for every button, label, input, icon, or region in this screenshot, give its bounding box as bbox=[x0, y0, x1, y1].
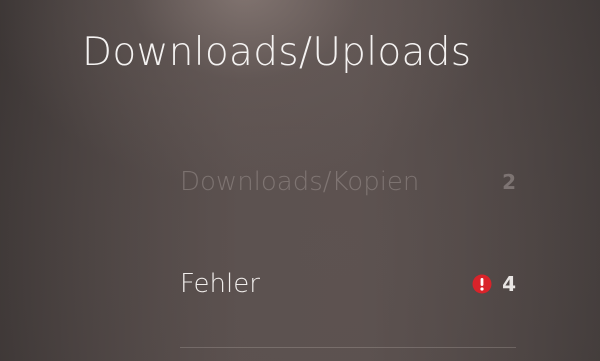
menu-item-label: Downloads/Kopien bbox=[180, 167, 420, 197]
menu-item-errors[interactable]: Fehler 4 bbox=[180, 259, 516, 309]
item-count-badge: 2 bbox=[502, 170, 516, 194]
menu-item-label: Fehler bbox=[180, 269, 260, 299]
menu-item-meta: 4 bbox=[472, 272, 516, 296]
menu-item-downloads-copies[interactable]: Downloads/Kopien 2 bbox=[180, 157, 516, 207]
page-title: Downloads/Uploads bbox=[82, 30, 472, 75]
menu-item-meta: 2 bbox=[502, 170, 516, 194]
item-count-badge: 4 bbox=[502, 272, 516, 296]
list-divider bbox=[180, 347, 516, 348]
error-alert-icon bbox=[472, 274, 492, 294]
downloads-uploads-screen: Downloads/Uploads Downloads/Kopien 2 Feh… bbox=[0, 0, 600, 361]
